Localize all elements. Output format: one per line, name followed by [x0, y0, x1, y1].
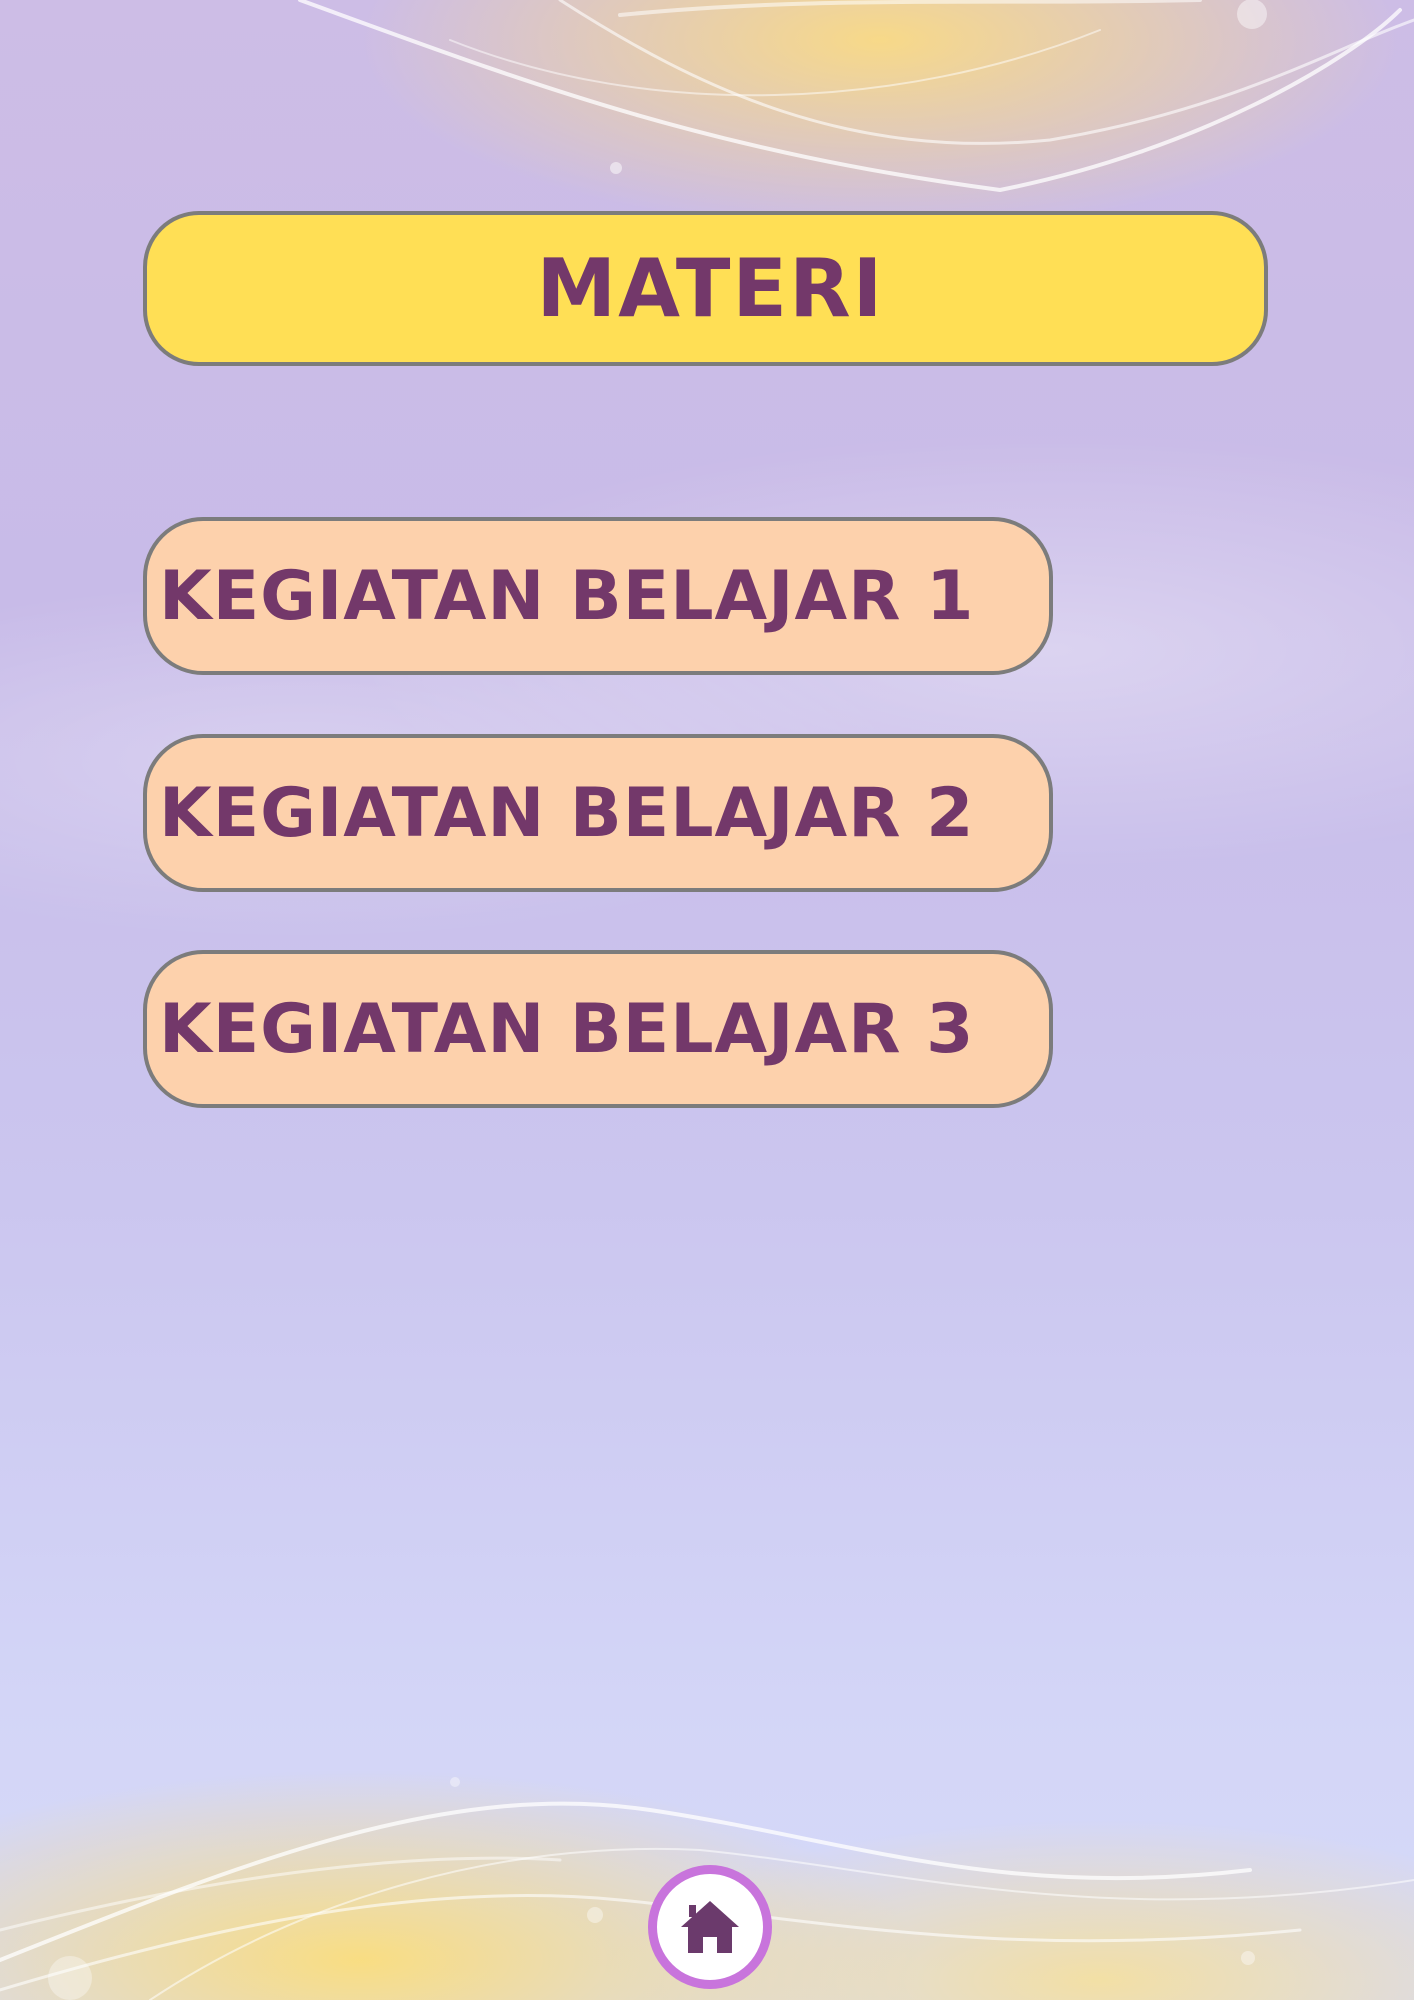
kegiatan-belajar-2-label: KEGIATAN BELAJAR 2 — [159, 773, 975, 853]
home-button[interactable] — [648, 1865, 772, 1989]
kegiatan-belajar-3-label: KEGIATAN BELAJAR 3 — [159, 989, 975, 1069]
page-title: MATERI — [536, 242, 885, 335]
kegiatan-belajar-1-label: KEGIATAN BELAJAR 1 — [159, 556, 975, 636]
kegiatan-belajar-2-button[interactable]: KEGIATAN BELAJAR 2 — [143, 734, 1053, 892]
kegiatan-belajar-1-button[interactable]: KEGIATAN BELAJAR 1 — [143, 517, 1053, 675]
kegiatan-belajar-3-button[interactable]: KEGIATAN BELAJAR 3 — [143, 950, 1053, 1108]
page-title-banner: MATERI — [143, 211, 1268, 366]
home-icon — [681, 1901, 739, 1953]
